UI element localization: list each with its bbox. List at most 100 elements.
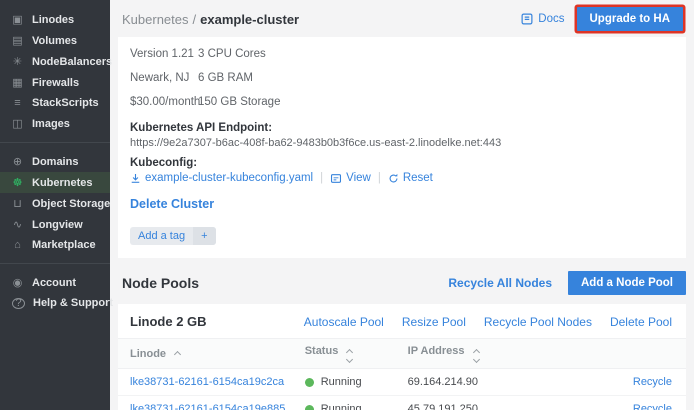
sidebar-item-linodes[interactable]: ▣ Linodes bbox=[0, 9, 110, 30]
sort-icon bbox=[347, 350, 352, 362]
app-root: ▣ Linodes ▤ Volumes ✳ NodeBalancers ▦ Fi… bbox=[0, 0, 694, 410]
nodebalancer-icon: ✳ bbox=[11, 55, 24, 68]
node-ip: 45.79.191.250 bbox=[396, 396, 540, 410]
sidebar-item-longview[interactable]: ∿ Longview bbox=[0, 214, 110, 235]
autoscale-pool-link[interactable]: Autoscale Pool bbox=[304, 315, 384, 329]
spec-price: $30.00/month bbox=[130, 90, 198, 114]
sidebar-item-label: StackScripts bbox=[32, 97, 99, 109]
table-row: lke38731-62161-6154ca19c2ca Running 69.1… bbox=[118, 369, 686, 396]
sidebar: ▣ Linodes ▤ Volumes ✳ NodeBalancers ▦ Fi… bbox=[0, 0, 110, 410]
recycle-all-nodes-link[interactable]: Recycle All Nodes bbox=[448, 276, 552, 290]
script-icon: ≡ bbox=[11, 97, 24, 109]
bucket-icon: ⊔ bbox=[11, 197, 24, 210]
delete-pool-link[interactable]: Delete Pool bbox=[610, 315, 672, 329]
sidebar-item-label: Longview bbox=[32, 219, 83, 231]
sidebar-item-account[interactable]: ◉ Account bbox=[0, 272, 110, 293]
add-node-pool-button[interactable]: Add a Node Pool bbox=[568, 271, 686, 295]
api-endpoint-label: Kubernetes API Endpoint: bbox=[130, 122, 674, 134]
image-icon: ◫ bbox=[11, 117, 24, 130]
kubeconfig-reset-link[interactable]: Reset bbox=[388, 172, 433, 184]
node-link[interactable]: lke38731-62161-6154ca19c2ca bbox=[130, 376, 284, 388]
resize-pool-link[interactable]: Resize Pool bbox=[402, 315, 466, 329]
sidebar-item-label: Linodes bbox=[32, 14, 74, 26]
sidebar-item-label: Images bbox=[32, 118, 70, 130]
plus-icon: + bbox=[193, 227, 215, 245]
sidebar-item-marketplace[interactable]: ⌂ Marketplace bbox=[0, 235, 110, 255]
column-header-ip-address[interactable]: IP Address bbox=[396, 339, 540, 369]
breadcrumb-section-link[interactable]: Kubernetes bbox=[122, 12, 189, 27]
divider: | bbox=[378, 172, 381, 184]
spec-version: Version 1.21 bbox=[130, 42, 198, 66]
topbar: Kubernetes/example-cluster Docs Upgrade … bbox=[110, 0, 694, 37]
reset-label: Reset bbox=[403, 172, 433, 184]
user-icon: ◉ bbox=[11, 276, 24, 289]
sidebar-item-label: Marketplace bbox=[32, 239, 96, 251]
sidebar-item-firewalls[interactable]: ▦ Firewalls bbox=[0, 72, 110, 93]
column-header-linode[interactable]: Linode bbox=[118, 339, 293, 369]
sidebar-item-label: Help & Support bbox=[33, 297, 113, 309]
sidebar-divider bbox=[0, 142, 110, 143]
pool-actions: Autoscale Pool Resize Pool Recycle Pool … bbox=[304, 315, 672, 329]
node-link[interactable]: lke38731-62161-6154ca19e885 bbox=[130, 403, 285, 410]
status-badge: Running bbox=[305, 376, 396, 388]
docs-label: Docs bbox=[538, 13, 564, 25]
recycle-pool-nodes-link[interactable]: Recycle Pool Nodes bbox=[484, 315, 592, 329]
table-header-row: Linode Status IP Address bbox=[118, 339, 686, 369]
sidebar-item-images[interactable]: ◫ Images bbox=[0, 113, 110, 134]
sidebar-item-domains[interactable]: ⊕ Domains bbox=[0, 151, 110, 172]
question-icon: ? bbox=[12, 298, 25, 309]
sidebar-item-help-support[interactable]: ? Help & Support bbox=[0, 293, 110, 313]
status-dot-icon bbox=[305, 405, 314, 410]
column-header-status[interactable]: Status bbox=[293, 339, 396, 369]
sidebar-item-label: Kubernetes bbox=[32, 177, 93, 189]
kubeconfig-download-link[interactable]: example-cluster-kubeconfig.yaml bbox=[130, 172, 313, 184]
spec-storage: 150 GB Storage bbox=[198, 90, 360, 114]
sidebar-item-label: Firewalls bbox=[32, 77, 79, 89]
main-content: Kubernetes/example-cluster Docs Upgrade … bbox=[110, 0, 694, 410]
view-icon bbox=[330, 173, 342, 184]
kubeconfig-label: Kubeconfig: bbox=[130, 157, 674, 169]
firewall-icon: ▦ bbox=[11, 76, 24, 89]
sidebar-item-stackscripts[interactable]: ≡ StackScripts bbox=[0, 93, 110, 113]
delete-cluster-button[interactable]: Delete Cluster bbox=[130, 197, 214, 211]
api-endpoint-value: https://9e2a7307-b6ac-408f-ba62-9483b0b3… bbox=[130, 137, 674, 149]
recycle-node-link[interactable]: Recycle bbox=[633, 403, 672, 410]
kubeconfig-filename: example-cluster-kubeconfig.yaml bbox=[145, 172, 313, 184]
recycle-node-link[interactable]: Recycle bbox=[633, 376, 672, 388]
volume-icon: ▤ bbox=[11, 34, 24, 47]
spec-region: Newark, NJ bbox=[130, 66, 198, 90]
sidebar-item-label: Object Storage bbox=[32, 198, 110, 210]
sidebar-item-label: Volumes bbox=[32, 35, 77, 47]
sidebar-item-volumes[interactable]: ▤ Volumes bbox=[0, 30, 110, 51]
view-label: View bbox=[346, 172, 371, 184]
topbar-actions: Docs Upgrade to HA bbox=[521, 7, 686, 31]
cluster-summary-card: Version 1.21 3 CPU Cores Newark, NJ 6 GB… bbox=[118, 37, 686, 258]
divider: | bbox=[320, 172, 323, 184]
sidebar-item-label: NodeBalancers bbox=[32, 56, 112, 68]
node-pool-card: Linode 2 GB Autoscale Pool Resize Pool R… bbox=[118, 304, 686, 410]
docs-link[interactable]: Docs bbox=[521, 13, 564, 25]
cube-icon: ▣ bbox=[11, 13, 24, 26]
sidebar-item-object-storage[interactable]: ⊔ Object Storage bbox=[0, 193, 110, 214]
pool-title: Linode 2 GB bbox=[130, 314, 207, 329]
sidebar-divider bbox=[0, 263, 110, 264]
breadcrumb-separator: / bbox=[193, 12, 197, 27]
marketplace-bag-icon: ⌂ bbox=[11, 239, 24, 251]
kubeconfig-actions: example-cluster-kubeconfig.yaml | View | bbox=[130, 172, 674, 184]
kubeconfig-view-link[interactable]: View bbox=[330, 172, 371, 184]
sort-icon bbox=[474, 350, 479, 362]
nodes-table: Linode Status IP Address bbox=[118, 338, 686, 410]
sidebar-item-kubernetes[interactable]: ☸ Kubernetes bbox=[0, 172, 110, 193]
docs-icon bbox=[521, 13, 533, 25]
pool-header: Linode 2 GB Autoscale Pool Resize Pool R… bbox=[118, 304, 686, 338]
upgrade-to-ha-button[interactable]: Upgrade to HA bbox=[577, 7, 684, 31]
sidebar-item-label: Account bbox=[32, 277, 76, 289]
node-pools-title: Node Pools bbox=[122, 275, 199, 291]
reset-icon bbox=[388, 173, 399, 184]
sidebar-item-nodebalancers[interactable]: ✳ NodeBalancers bbox=[0, 51, 110, 72]
node-pools-actions: Recycle All Nodes Add a Node Pool bbox=[448, 271, 686, 295]
column-header-actions bbox=[540, 339, 686, 369]
add-tag-label: Add a tag bbox=[130, 227, 193, 245]
add-tag-chip[interactable]: Add a tag + bbox=[130, 227, 216, 245]
kubernetes-wheel-icon: ☸ bbox=[11, 176, 24, 189]
